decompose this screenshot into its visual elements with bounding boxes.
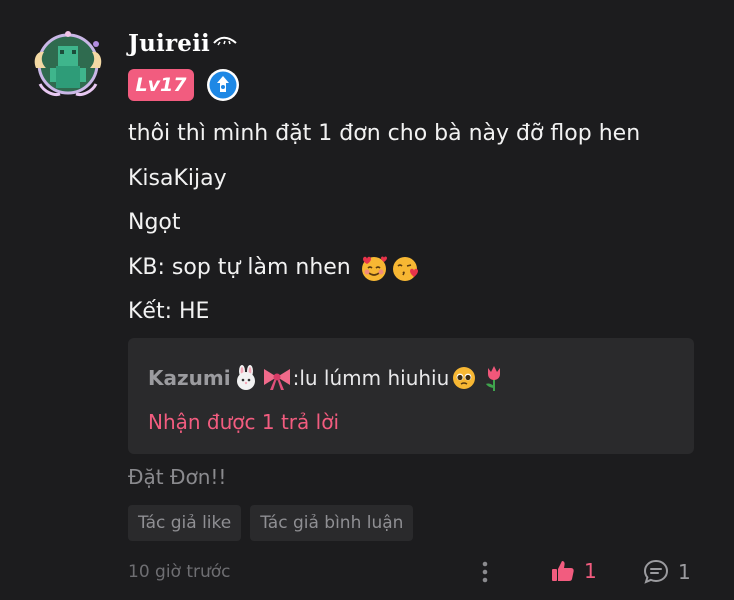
comment-button[interactable]: 1 <box>642 558 691 586</box>
comment-card: Juireii Lv17 thôi thì mình đặt 1 đơn cho… <box>0 0 734 600</box>
post-line-text: KB: sop tự làm nhen <box>128 254 351 280</box>
author-chips: Tác giả like Tác giả bình luận <box>128 505 414 541</box>
smiling-face-with-hearts-icon <box>361 256 387 281</box>
avatar[interactable] <box>30 28 106 100</box>
comment-icon <box>643 559 669 584</box>
post-line: Kết: HE <box>128 299 210 324</box>
username[interactable]: Juireii <box>128 30 238 57</box>
reply-author[interactable]: Kazumi <box>148 366 231 390</box>
post-line: Ngọt <box>128 210 181 235</box>
username-text: Juireii <box>128 30 210 57</box>
like-count: 1 <box>584 559 597 583</box>
comment-count: 1 <box>678 560 691 584</box>
post-content: thôi thì mình đặt 1 đơn cho bà này đỡ fl… <box>128 112 640 335</box>
author-like-chip: Tác giả like <box>128 505 242 541</box>
pleading-face-icon <box>453 367 476 389</box>
tulip-icon <box>486 366 501 391</box>
author-comment-chip: Tác giả bình luận <box>250 505 414 541</box>
topic-tag[interactable]: Đặt Đơn!! <box>128 465 226 489</box>
post-line: thôi thì mình đặt 1 đơn cho bà này đỡ fl… <box>128 121 641 146</box>
reply-count-link[interactable]: Nhận được 1 trả lời <box>148 410 339 434</box>
rabbit-face-icon <box>236 365 255 390</box>
reply-separator: : <box>292 366 300 390</box>
ribbon-icon <box>263 369 290 390</box>
thumbs-up-icon <box>552 561 574 581</box>
reply-text: lu lúmm hiuhiu <box>299 366 450 390</box>
verified-badge-icon <box>207 69 239 101</box>
level-badge: Lv17 <box>128 69 194 101</box>
like-button[interactable]: 1 <box>550 558 597 584</box>
wave-decoration-icon <box>213 36 237 45</box>
post-line: KisaKijay <box>128 165 227 191</box>
post-line: KB: sop tự làm nhen <box>128 246 640 291</box>
timestamp: 10 giờ trước <box>128 562 231 582</box>
reply-preview[interactable]: Kazumi : lu lúmm hiuhiu Nhận được 1 trả … <box>128 338 694 454</box>
badge-row: Lv17 <box>128 68 240 102</box>
reply-line: Kazumi : lu lúmm hiuhiu <box>148 364 505 392</box>
face-blowing-kiss-icon <box>392 256 418 281</box>
more-vertical-icon[interactable] <box>476 558 494 586</box>
